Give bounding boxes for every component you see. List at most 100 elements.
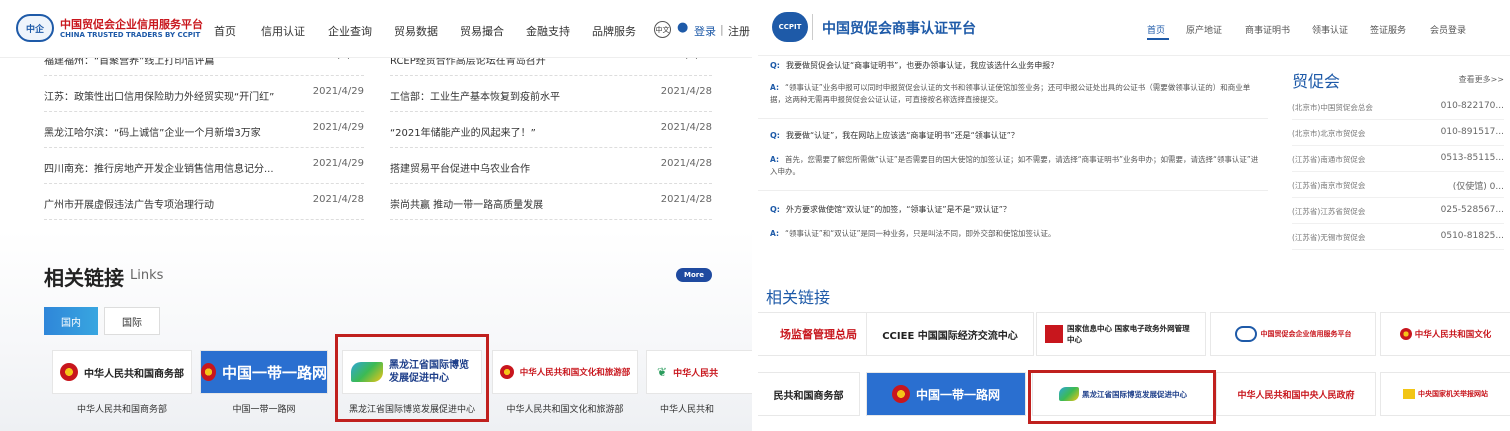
link-card-label[interactable]: 中国一带一路网 (200, 402, 328, 415)
highlight-frame (335, 334, 489, 422)
news-title[interactable]: 黑龙江哈尔滨：“码上诚信”企业一个月新增3万家 (44, 124, 294, 139)
info-center-logo-icon (1045, 325, 1063, 343)
links-title: 相关链接 (44, 266, 124, 290)
card-content: 中国一带一路网 (201, 351, 327, 393)
news-item[interactable]: 江苏：政策性出口信用保险助力外经贸实现“开门红” 2021/4/29 (44, 76, 364, 112)
site-logo-icon[interactable]: 中企 (16, 14, 54, 42)
link-card-culture-tourism[interactable]: 中华人民共和国文化 (1380, 312, 1510, 356)
news-title[interactable]: 四川南充：推行房地产开发企业销售信用信息记分... (44, 160, 294, 175)
branch-row[interactable]: (北京市)北京市贸促会 010-891517... (1292, 120, 1504, 146)
branch-name: (北京市)北京市贸促会 (1292, 129, 1366, 138)
right-screenshot: CCPIT 中国贸促会商事认证平台 首页 原产地证 商事证明书 领事认证 签证服… (758, 0, 1510, 431)
news-title[interactable]: 广州市开展虚假违法广告专项治理行动 (44, 196, 294, 211)
link-card-government[interactable]: ❦ 中华人民共 (646, 350, 752, 394)
nav-commercial-certificate[interactable]: 商事证明书 (1245, 23, 1290, 36)
faq-answer: A: “领事认证”业务申报可以同时申报贸促会认证的文书和领事认证使馆加签业务；还可… (770, 82, 1260, 106)
nav-credit-certification[interactable]: 信用认证 (261, 23, 305, 39)
nav-certificate-of-origin[interactable]: 原产地证 (1186, 23, 1222, 36)
links-subtitle: Links (130, 268, 164, 283)
branch-name: (北京市)中国贸促会总会 (1292, 103, 1373, 112)
faq-question[interactable]: Q: 我要做贸促会认证“商事证明书”，也要办领事认证，我应该选什么业务申报？ (770, 60, 1058, 71)
news-title[interactable]: 工信部：工业生产基本恢复到疫前水平 (390, 88, 640, 103)
register-link[interactable]: 注册 (728, 23, 750, 39)
nav-trade-data[interactable]: 贸易数据 (394, 23, 438, 39)
link-card-label[interactable]: 中华人民共和国商务部 (52, 402, 192, 415)
news-title[interactable]: 江苏：政策性出口信用保险助力外经贸实现“开门红” (44, 88, 294, 103)
view-more-link[interactable]: 查看更多>> (1459, 74, 1504, 85)
news-title[interactable]: 崇尚共赢 推动一带一路高质量发展 (390, 196, 640, 211)
national-emblem-icon (1399, 328, 1412, 340)
language-switch-icon[interactable]: 中文 (654, 21, 671, 38)
nav-brand-service[interactable]: 品牌服务 (592, 23, 636, 39)
branch-phone: 010-822170... (1440, 101, 1504, 111)
branch-row[interactable]: (北京市)中国贸促会总会 010-822170... (1292, 94, 1504, 120)
nav-consular-authentication[interactable]: 领事认证 (1312, 23, 1348, 36)
news-title[interactable]: 搭建贸易平台促进中乌农业合作 (390, 160, 640, 175)
answer-label: A: (770, 83, 779, 92)
link-card-state-information-center[interactable]: 国家信息中心 国家电子政务外网管理中心 (1036, 312, 1206, 356)
nav-home[interactable]: 首页 (1147, 23, 1165, 36)
answer-text: “领事认证”和“双认证”是同一种业务，只是叫法不同，即外交部和使馆加签认证。 (784, 229, 1056, 238)
login-separator: | (720, 23, 724, 36)
answer-text: 首先，您需要了解您所需做“认证”是否需要目的国大使馆的加签认证；如不需要，请选择… (770, 155, 1259, 176)
news-item[interactable]: 黑龙江哈尔滨：“码上诚信”企业一个月新增3万家 2021/4/29 (44, 112, 364, 148)
branch-name: (江苏省)南京市贸促会 (1292, 181, 1366, 190)
news-item[interactable]: 工信部：工业生产基本恢复到疫前水平 2021/4/28 (390, 76, 712, 112)
card-logo-text: 场监督管理总局 (780, 328, 857, 341)
link-card-cciee[interactable]: CCIEE 中国国际经济交流中心 (866, 312, 1034, 356)
login-link[interactable]: 登录 (694, 23, 716, 39)
national-emblem-icon (201, 363, 216, 381)
tab-international[interactable]: 国际 (104, 307, 160, 335)
branch-row[interactable]: (江苏省)江苏省贸促会 025-528567... (1292, 198, 1504, 224)
tab-domestic[interactable]: 国内 (44, 307, 98, 335)
user-icon: ● (677, 20, 689, 35)
link-card-label[interactable]: 中华人民共和 (660, 402, 752, 415)
news-item[interactable]: “2021年储能产业的风起来了！” 2021/4/28 (390, 112, 712, 148)
link-card-culture-tourism[interactable]: 中华人民共和国文化和旅游部 (492, 350, 638, 394)
card-content: 中华人民共和国商务部 (53, 351, 191, 393)
card-content: ❦ 中华人民共 (647, 351, 752, 393)
question-text: 我要做贸促会认证“商事证明书”，也要办领事认证，我应该选什么业务申报？ (786, 61, 1059, 70)
nav-trade-matching[interactable]: 贸易撮合 (460, 23, 504, 39)
link-card-commerce-ministry[interactable]: 中华人民共和国商务部 (52, 350, 192, 394)
link-card-belt-road[interactable]: 中国一带一路网 (200, 350, 328, 394)
link-card-label[interactable]: 中华人民共和国文化和旅游部 (492, 402, 638, 415)
nav-enterprise-query[interactable]: 企业查询 (328, 23, 372, 39)
news-item[interactable]: 广州市开展虚假违法广告专项治理行动 2021/4/28 (44, 184, 364, 220)
question-text: 我要做“认证”，我在网站上应该选“商事证明书”还是“领事认证”？ (786, 131, 1019, 140)
news-item[interactable]: 四川南充：推行房地产开发企业销售信用信息记分... 2021/4/29 (44, 148, 364, 184)
nav-visa-service[interactable]: 签证服务 (1370, 23, 1406, 36)
branch-row[interactable]: (江苏省)南通市贸促会 0513-85115... (1292, 146, 1504, 172)
news-date: 2021/4/29 (312, 158, 364, 169)
question-text: 外方要求做使馆“双认证”的加签，“领事认证”是不是“双认证”？ (786, 205, 1011, 214)
nav-home[interactable]: 首页 (214, 23, 236, 39)
wreath-icon: ❦ (657, 365, 668, 379)
link-card-central-government[interactable]: 中华人民共和国中央人民政府 (1216, 372, 1376, 416)
site-name[interactable]: 中国贸促会商事认证平台 (822, 18, 976, 38)
card-logo-text: 中华人民共和国中央人民政府 (1237, 390, 1355, 401)
news-item[interactable]: 崇尚共赢 推动一带一路高质量发展 2021/4/28 (390, 184, 712, 220)
branch-row[interactable]: (江苏省)南京市贸促会 (仅使馆) 0... (1292, 172, 1504, 198)
nav-finance-support[interactable]: 金融支持 (526, 23, 570, 39)
branch-name: (江苏省)无锡市贸促会 (1292, 233, 1366, 242)
card-logo-text: 中央国家机关举报网站 (1418, 390, 1488, 398)
link-card-commerce-ministry[interactable]: 民共和国商务部 (758, 372, 860, 416)
link-card-credit-platform[interactable]: 中国贸促会企业信用服务平台 (1210, 312, 1376, 356)
nav-member-login[interactable]: 会员登录 (1430, 23, 1466, 36)
ccpit-logo-icon[interactable]: CCPIT (772, 12, 808, 42)
link-card-market-regulation[interactable]: 场监督管理总局 (758, 312, 880, 356)
news-item[interactable]: 搭建贸易平台促进中乌农业合作 2021/4/28 (390, 148, 712, 184)
site-header: CCPIT 中国贸促会商事认证平台 首页 原产地证 商事证明书 领事认证 签证服… (758, 0, 1510, 56)
question-label: Q: (770, 61, 780, 70)
news-title[interactable]: “2021年储能产业的风起来了！” (390, 124, 640, 139)
link-card-belt-road[interactable]: 中国一带一路网 (866, 372, 1026, 416)
news-date: 2021/4/28 (660, 158, 712, 169)
site-name[interactable]: 中国贸促会企业信用服务平台 (60, 16, 203, 32)
faq-question[interactable]: Q: 外方要求做使馆“双认证”的加签，“领事认证”是不是“双认证”？ (770, 204, 1011, 215)
link-card-report-website[interactable]: 中央国家机关举报网站 (1380, 372, 1510, 416)
branch-row[interactable]: (江苏省)无锡市贸促会 0510-81825... (1292, 224, 1504, 250)
answer-text: “领事认证”业务申报可以同时申报贸促会认证的文书和领事认证使馆加签业务；还可申报… (770, 83, 1251, 104)
faq-question[interactable]: Q: 我要做“认证”，我在网站上应该选“商事证明书”还是“领事认证”？ (770, 130, 1019, 141)
card-logo-text: 民共和国商务部 (773, 390, 844, 402)
more-button[interactable]: More (676, 268, 712, 282)
